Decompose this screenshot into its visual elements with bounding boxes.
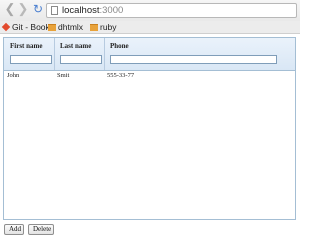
- column-divider[interactable]: [54, 38, 55, 70]
- grid-header: First name Last name Phone: [4, 38, 295, 71]
- data-grid: First name Last name Phone John Smit 555…: [3, 37, 296, 220]
- folder-icon: [48, 24, 56, 31]
- bookmark-label: Git - Book: [12, 22, 50, 32]
- bookmark-git-book[interactable]: Git - Book: [1, 21, 50, 33]
- reload-icon[interactable]: ↻: [31, 2, 45, 16]
- first-name-filter-input[interactable]: [10, 55, 52, 64]
- folder-icon: [90, 24, 98, 31]
- url-port: :3000: [99, 5, 124, 16]
- column-header-first-name[interactable]: First name: [10, 42, 42, 50]
- bookmark-label: ruby: [100, 22, 117, 32]
- column-header-last-name[interactable]: Last name: [60, 42, 91, 50]
- cell-phone: 555-33-77: [107, 72, 135, 79]
- delete-button[interactable]: Delete: [28, 224, 54, 235]
- phone-filter-input[interactable]: [110, 55, 277, 64]
- git-icon: [1, 22, 11, 32]
- bookmarks-bar: Git - Book dhtmlx ruby: [0, 21, 300, 34]
- cell-last-name: Smit: [57, 72, 70, 79]
- page-icon: [51, 6, 58, 15]
- browser-toolbar: ❮ ❯ ↻ localhost:3000: [0, 0, 300, 21]
- address-bar[interactable]: localhost:3000: [46, 3, 297, 18]
- bookmark-label: dhtmlx: [58, 22, 84, 32]
- bookmark-ruby[interactable]: ruby: [90, 21, 117, 33]
- bookmark-dhtmlx[interactable]: dhtmlx: [48, 21, 83, 33]
- back-icon[interactable]: ❮: [3, 2, 17, 16]
- cell-first-name: John: [7, 72, 20, 79]
- last-name-filter-input[interactable]: [60, 55, 102, 64]
- add-button[interactable]: Add: [4, 224, 24, 235]
- forward-icon[interactable]: ❯: [16, 2, 30, 16]
- url-text: localhost:3000: [62, 4, 123, 17]
- column-divider[interactable]: [104, 38, 105, 70]
- url-host: localhost: [62, 5, 100, 16]
- column-header-phone[interactable]: Phone: [110, 42, 129, 50]
